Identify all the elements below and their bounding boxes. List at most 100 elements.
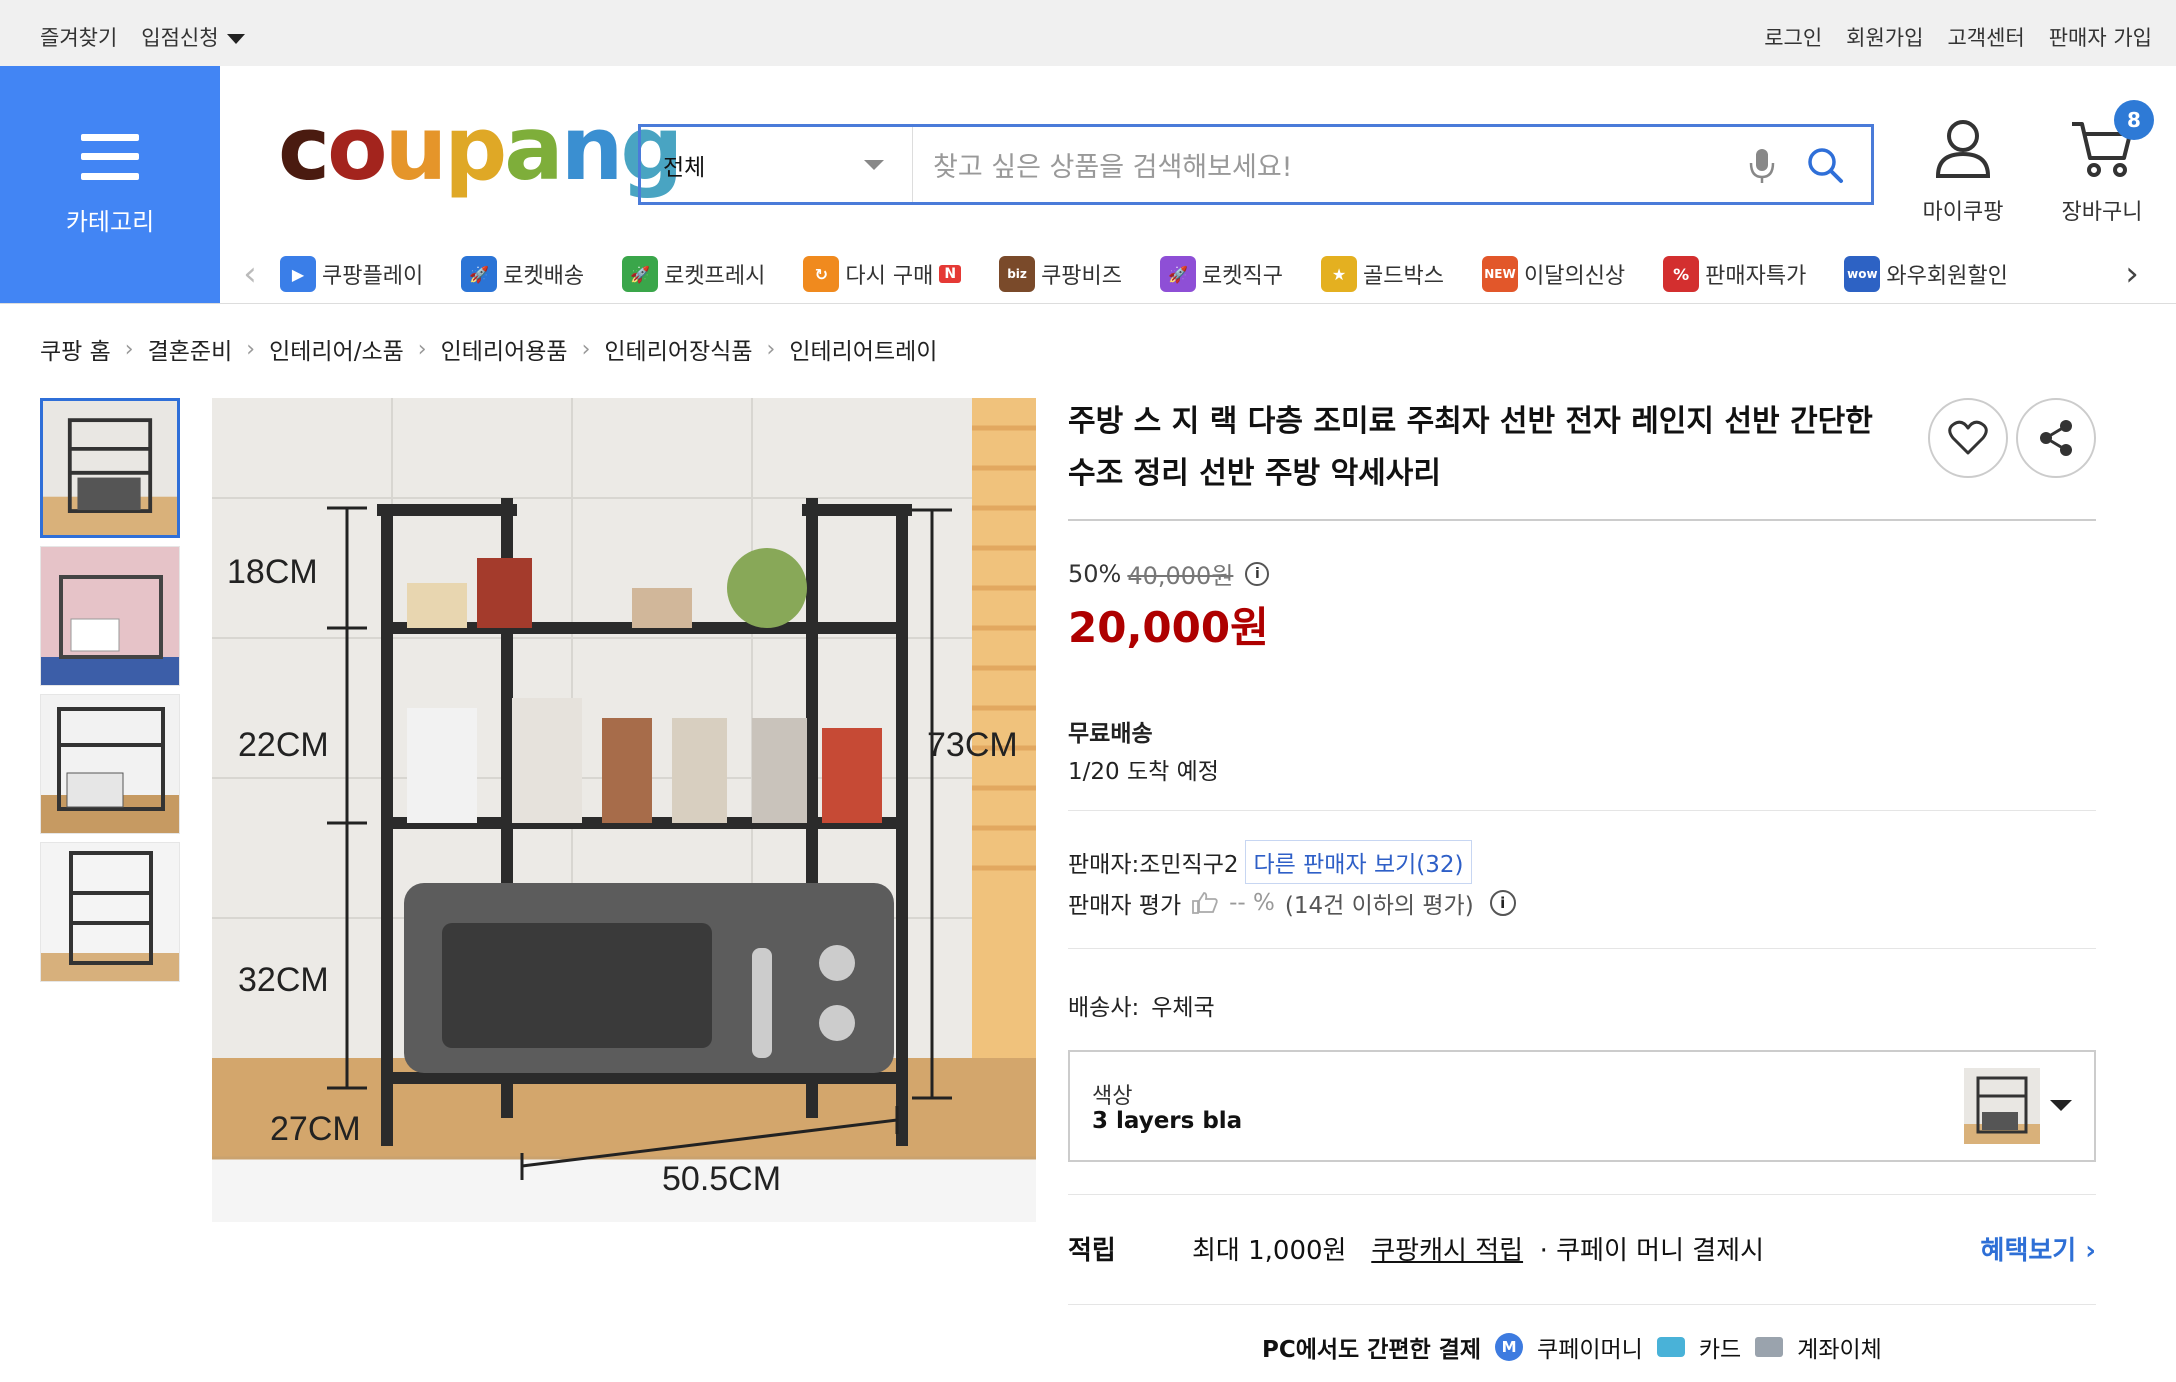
thumbnail-3[interactable] bbox=[40, 694, 180, 834]
my-coupang-label: 마이쿠팡 bbox=[1922, 200, 2004, 225]
chevron-right-icon: › bbox=[246, 336, 256, 362]
breadcrumb-item[interactable]: 쿠팡 홈 bbox=[40, 332, 111, 366]
category-button[interactable]: 카테고리 bbox=[0, 66, 220, 304]
payment-methods: PC에서도 간편한 결제 M 쿠페이머니 카드 계좌이체 bbox=[1262, 1330, 1882, 1364]
customer-center-link[interactable]: 고객센터 bbox=[1947, 22, 2024, 52]
nav-prev-icon[interactable]: ‹ bbox=[220, 254, 280, 294]
nav-item[interactable]: % 판매자특가 bbox=[1663, 256, 1806, 292]
breadcrumb-item[interactable]: 인테리어용품 bbox=[441, 332, 568, 366]
coupang-logo[interactable]: coupang bbox=[278, 105, 683, 193]
share-button[interactable] bbox=[2016, 398, 2096, 478]
reward-label: 적립 bbox=[1068, 1236, 1116, 1266]
coupang-cash-link[interactable]: 쿠팡캐시 적립 bbox=[1371, 1236, 1523, 1266]
card-icon bbox=[1656, 1337, 1685, 1357]
nav-item-label: 판매자특가 bbox=[1705, 264, 1807, 289]
thumbnail-image bbox=[41, 547, 179, 685]
nav-item[interactable]: 🚀 로켓배송 bbox=[461, 256, 584, 292]
nav-item[interactable]: 🚀 로켓프레시 bbox=[622, 256, 765, 292]
wow-icon: wow bbox=[1844, 256, 1881, 292]
original-price: 40,000원 bbox=[1127, 562, 1234, 590]
info-icon[interactable]: i bbox=[1489, 890, 1516, 916]
nav-item[interactable]: wow 와우회원할인 bbox=[1844, 256, 2008, 292]
nav-item-label: 로켓프레시 bbox=[664, 264, 766, 289]
nav-item-label: 골드박스 bbox=[1363, 264, 1444, 289]
carrier-label: 배송사: bbox=[1068, 995, 1140, 1021]
heart-icon bbox=[1948, 420, 1988, 455]
login-link[interactable]: 로그인 bbox=[1764, 22, 1822, 52]
new-badge: N bbox=[939, 265, 962, 283]
rebuy-icon: ↻ bbox=[803, 256, 840, 292]
favorites-link[interactable]: 즐겨찾기 bbox=[40, 22, 117, 52]
global-rocket-icon: 🚀 bbox=[1160, 256, 1197, 292]
seller-rating-row: 판매자 평가 -- % (14건 이하의 평가) i bbox=[1068, 886, 1516, 920]
seller-signup-link[interactable]: 판매자 가입 bbox=[2049, 22, 2152, 52]
microphone-icon[interactable] bbox=[1747, 145, 1777, 185]
option-value: 3 layers bla bbox=[1092, 1108, 1243, 1134]
payment-title: PC에서도 간편한 결제 bbox=[1262, 1337, 1482, 1363]
logo-letter: u bbox=[384, 97, 448, 200]
nav-item-label: 다시 구매 bbox=[845, 264, 934, 289]
divider bbox=[1068, 810, 2096, 811]
hamburger-icon bbox=[81, 133, 139, 180]
dim-label-50: 50.5CM bbox=[662, 1160, 781, 1198]
benefits-link[interactable]: 혜택보기 › bbox=[1981, 1230, 2096, 1267]
reward-max: 최대 1,000원 bbox=[1192, 1236, 1347, 1266]
option-thumbnail bbox=[1964, 1068, 2040, 1144]
nav-item-label: 로켓배송 bbox=[503, 264, 585, 289]
wishlist-button[interactable] bbox=[1928, 398, 2008, 478]
option-label: 색상 bbox=[1092, 1084, 1133, 1109]
seller-deal-icon: % bbox=[1663, 256, 1700, 292]
rocket-fresh-icon: 🚀 bbox=[622, 256, 659, 292]
nav-item[interactable]: biz 쿠팡비즈 bbox=[999, 256, 1122, 292]
other-sellers-link[interactable]: 다른 판매자 보기(32) bbox=[1244, 840, 1473, 884]
info-icon[interactable]: i bbox=[1245, 561, 1270, 586]
thumbnail-1[interactable] bbox=[40, 398, 180, 538]
breadcrumb-item[interactable]: 인테리어장식품 bbox=[604, 332, 752, 366]
share-icon bbox=[2040, 420, 2072, 456]
nav-item[interactable]: ★ 골드박스 bbox=[1321, 256, 1444, 292]
logo-letter: p bbox=[444, 97, 507, 200]
thumbs-up-icon bbox=[1192, 892, 1218, 914]
signup-link[interactable]: 회원가입 bbox=[1846, 22, 1923, 52]
thumbnail-2[interactable] bbox=[40, 546, 180, 686]
shipping-label: 무료배송 bbox=[1068, 721, 1153, 747]
thumbnail-image bbox=[41, 843, 179, 981]
nav-item[interactable]: ↻ 다시 구매 N bbox=[803, 256, 962, 292]
breadcrumb-item[interactable]: 인테리어/소품 bbox=[269, 332, 404, 366]
nav-items: ▶ 쿠팡플레이 🚀 로켓배송 🚀 로켓프레시 ↻ 다시 구매 Nbiz 쿠팡비즈 🚀 로켓직구 ★ 골드박… bbox=[280, 256, 2102, 292]
search-input[interactable]: 찾고 싶은 상품을 검색해보세요! bbox=[913, 145, 1747, 184]
user-icon bbox=[1935, 120, 1991, 178]
seller-row: 판매자: 조민직구2 다른 판매자 보기(32) bbox=[1068, 840, 1473, 884]
pay-method-transfer: 계좌이체 bbox=[1797, 1337, 1882, 1363]
seller-apply-link[interactable]: 입점신청 bbox=[141, 22, 245, 52]
seller-name: 조민직구2 bbox=[1139, 852, 1239, 878]
breadcrumb-item[interactable]: 결혼준비 bbox=[148, 332, 233, 366]
divider bbox=[1068, 948, 2096, 949]
nav-item[interactable]: NEW 이달의신상 bbox=[1481, 256, 1625, 292]
search-scope-select[interactable]: 전체 bbox=[641, 127, 913, 202]
main-product-image[interactable]: 18CM 22CM 32CM 73CM 27CM 50.5CM bbox=[212, 398, 1036, 1222]
my-coupang-button[interactable]: 마이쿠팡 bbox=[1918, 118, 2008, 226]
option-select[interactable]: 색상 3 layers bla bbox=[1068, 1050, 2096, 1162]
search-icon[interactable] bbox=[1805, 145, 1845, 185]
nav-item[interactable]: ▶ 쿠팡플레이 bbox=[280, 256, 423, 292]
nav-item[interactable]: 🚀 로켓직구 bbox=[1160, 256, 1283, 292]
seller-label: 판매자: bbox=[1068, 852, 1140, 878]
nav-next-icon[interactable]: › bbox=[2102, 254, 2162, 294]
nav-item-label: 쿠팡플레이 bbox=[322, 264, 424, 289]
top-bar: 즐겨찾기 입점신청 로그인 회원가입 고객센터 판매자 가입 bbox=[0, 0, 2176, 66]
logo-letter: o bbox=[327, 97, 387, 200]
divider bbox=[1068, 1194, 2096, 1195]
play-icon: ▶ bbox=[280, 256, 316, 292]
breadcrumb-item[interactable]: 인테리어트레이 bbox=[789, 332, 937, 366]
bank-transfer-icon bbox=[1755, 1337, 1784, 1357]
nav-item-label: 쿠팡비즈 bbox=[1041, 264, 1123, 289]
logo-letter: a bbox=[504, 97, 563, 200]
dim-label-18: 18CM bbox=[227, 553, 318, 591]
divider bbox=[1068, 1304, 2096, 1305]
thumbnail-4[interactable] bbox=[40, 842, 180, 982]
gold-box-icon: ★ bbox=[1321, 256, 1357, 292]
category-label: 카테고리 bbox=[65, 207, 155, 236]
dim-label-73: 73CM bbox=[927, 726, 1018, 764]
arrival-date: 1/20 도착 예정 bbox=[1068, 759, 1219, 785]
